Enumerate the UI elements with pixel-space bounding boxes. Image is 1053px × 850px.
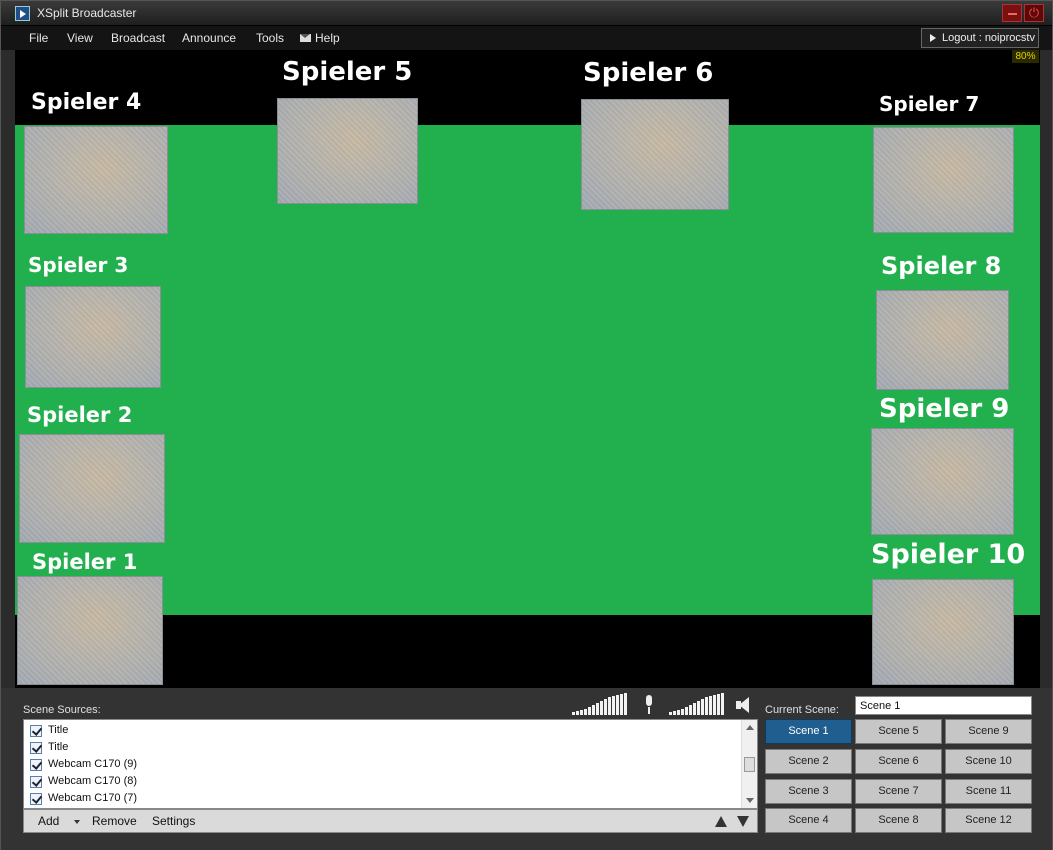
webcam-feed-5: [277, 98, 418, 204]
scene-12-button[interactable]: Scene 12: [945, 808, 1032, 833]
player-label-8: Spieler 8: [881, 252, 1002, 280]
broadcast-preview[interactable]: Spieler 1 Spieler 2 Spieler 3 Spieler 4 …: [15, 50, 1040, 688]
webcam-feed-9: [871, 428, 1014, 535]
move-down-arrow-icon[interactable]: [737, 816, 749, 827]
player-label-9: Spieler 9: [879, 394, 1010, 424]
player-label-2: Spieler 2: [27, 403, 133, 427]
player-label-6: Spieler 6: [583, 58, 714, 88]
webcam-feed-3: [25, 286, 161, 388]
menu-announce[interactable]: Announce: [182, 31, 236, 45]
menu-file[interactable]: File: [29, 31, 48, 45]
current-scene-name-field[interactable]: [855, 696, 1032, 715]
logout-button[interactable]: Logout : noiprocstv: [921, 28, 1039, 48]
webcam-feed-1: [17, 576, 163, 685]
xsplit-window: XSplit Broadcaster ⏻ File View Broadcast…: [0, 0, 1053, 850]
minimize-button[interactable]: [1002, 4, 1022, 22]
title-bar: XSplit Broadcaster ⏻: [1, 1, 1052, 26]
scene-11-button[interactable]: Scene 11: [945, 779, 1032, 804]
source-list-scrollbar[interactable]: [741, 720, 757, 808]
source-checkbox[interactable]: [30, 793, 42, 805]
scene-1-button[interactable]: Scene 1: [765, 719, 852, 744]
player-label-10: Spieler 10: [871, 539, 1026, 570]
chevron-down-icon[interactable]: [74, 820, 80, 824]
source-checkbox[interactable]: [30, 776, 42, 788]
player-label-7: Spieler 7: [879, 92, 980, 116]
scene-9-button[interactable]: Scene 9: [945, 719, 1032, 744]
source-checkbox[interactable]: [30, 725, 42, 737]
source-toolbar: Add Remove Settings: [23, 809, 758, 833]
current-scene-label: Current Scene:: [765, 704, 839, 716]
scene-10-button[interactable]: Scene 10: [945, 749, 1032, 774]
power-button[interactable]: ⏻: [1024, 4, 1044, 22]
source-checkbox[interactable]: [30, 759, 42, 771]
player-label-5: Spieler 5: [282, 57, 413, 87]
logout-label: Logout : noiprocstv: [942, 32, 1035, 44]
mic-level-meter[interactable]: [572, 693, 627, 715]
scene-5-button[interactable]: Scene 5: [855, 719, 942, 744]
control-panel: Scene Sources: Title Title Webcam C170 (…: [1, 688, 1052, 850]
player-label-3: Spieler 3: [28, 253, 129, 277]
scene-4-button[interactable]: Scene 4: [765, 808, 852, 833]
webcam-feed-4: [24, 126, 168, 234]
zoom-level: 80%: [1012, 50, 1039, 63]
scene-6-button[interactable]: Scene 6: [855, 749, 942, 774]
mail-icon: [300, 34, 311, 42]
move-up-arrow-icon[interactable]: [715, 816, 727, 827]
webcam-feed-10: [872, 579, 1014, 685]
webcam-feed-6: [581, 99, 729, 210]
scene-3-button[interactable]: Scene 3: [765, 779, 852, 804]
source-item[interactable]: Webcam C170 (7): [24, 790, 739, 807]
source-item[interactable]: Title: [24, 722, 739, 739]
menu-tools[interactable]: Tools: [256, 31, 284, 45]
source-item[interactable]: Title: [24, 739, 739, 756]
source-item-label: Webcam C170 (9): [48, 758, 138, 770]
play-arrow-icon: [930, 34, 936, 42]
scene-2-button[interactable]: Scene 2: [765, 749, 852, 774]
window-title: XSplit Broadcaster: [37, 6, 137, 20]
scene-8-button[interactable]: Scene 8: [855, 808, 942, 833]
player-label-1: Spieler 1: [32, 550, 138, 574]
scene-sources-label: Scene Sources:: [23, 704, 101, 716]
remove-source-button[interactable]: Remove: [92, 814, 137, 828]
source-settings-button[interactable]: Settings: [152, 814, 195, 828]
scene-7-button[interactable]: Scene 7: [855, 779, 942, 804]
source-item-label: Title: [48, 724, 69, 736]
speaker-level-meter[interactable]: [669, 693, 724, 715]
scroll-down-icon[interactable]: [746, 798, 754, 803]
source-item-label: Title: [48, 741, 69, 753]
menu-bar: File View Broadcast Announce Tools Help: [1, 26, 1052, 50]
speaker-icon[interactable]: [736, 697, 750, 713]
menu-help[interactable]: Help: [315, 31, 340, 45]
source-item[interactable]: Webcam C170 (9): [24, 756, 739, 773]
xsplit-logo-icon: [15, 6, 30, 21]
scroll-thumb[interactable]: [744, 757, 755, 772]
microphone-icon[interactable]: [643, 695, 655, 715]
scroll-up-icon[interactable]: [746, 725, 754, 730]
webcam-feed-8: [876, 290, 1009, 390]
menu-view[interactable]: View: [67, 31, 93, 45]
webcam-feed-7: [873, 127, 1014, 233]
webcam-feed-2: [19, 434, 165, 543]
player-label-4: Spieler 4: [31, 90, 142, 115]
menu-broadcast[interactable]: Broadcast: [111, 31, 165, 45]
add-source-button[interactable]: Add: [38, 814, 59, 828]
source-item[interactable]: Webcam C170 (8): [24, 773, 739, 790]
source-item-label: Webcam C170 (8): [48, 775, 138, 787]
scene-sources-list[interactable]: Title Title Webcam C170 (9) Webcam C170 …: [23, 719, 758, 809]
source-item-label: Webcam C170 (7): [48, 792, 138, 804]
source-checkbox[interactable]: [30, 742, 42, 754]
